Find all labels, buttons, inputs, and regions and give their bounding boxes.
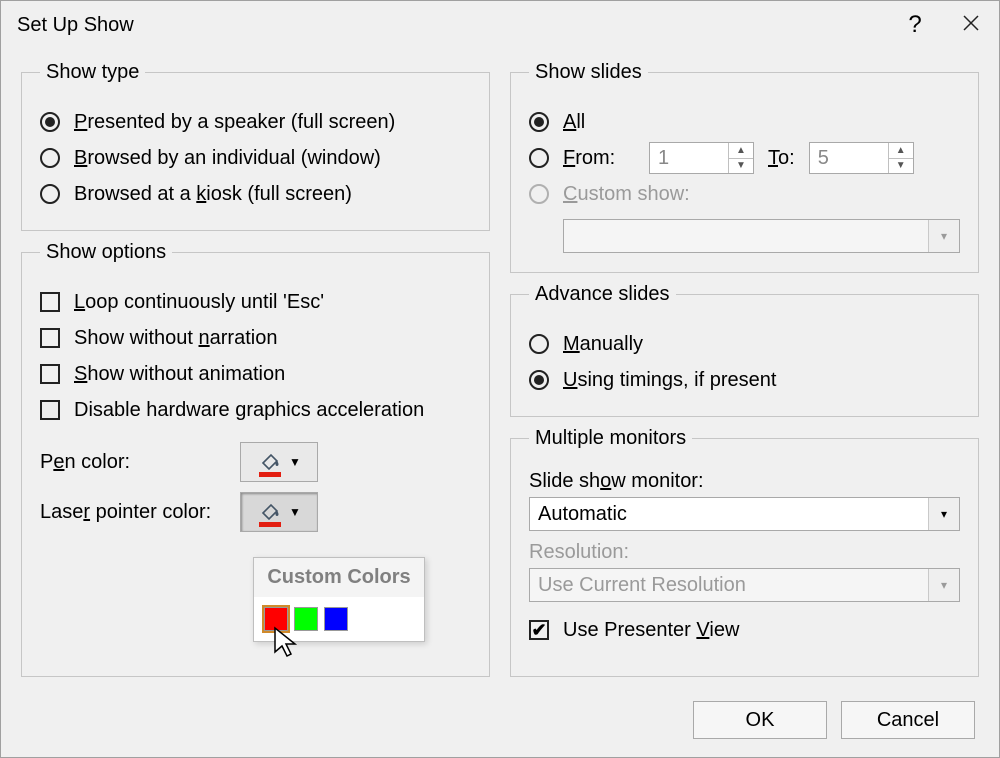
check-label: Show without animation xyxy=(74,363,285,386)
mouse-cursor-icon xyxy=(273,626,301,666)
radio-icon xyxy=(529,334,549,354)
monitors-legend: Multiple monitors xyxy=(529,427,692,450)
laser-color-row: Laser pointer color: ▼ xyxy=(40,492,471,532)
radio-label: Browsed by an individual (window) xyxy=(74,147,381,170)
dialog-title: Set Up Show xyxy=(17,14,887,37)
cancel-button[interactable]: Cancel xyxy=(841,701,975,739)
advance-slides-group: Advance slides Manually Using timings, i… xyxy=(510,283,979,417)
chevron-down-icon[interactable]: ▼ xyxy=(889,159,913,174)
check-label: Use Presenter View xyxy=(563,619,739,642)
advance-legend: Advance slides xyxy=(529,283,676,306)
setup-show-dialog: Set Up Show ? Show type Presented by a s… xyxy=(0,0,1000,758)
help-icon: ? xyxy=(908,11,921,39)
resolution-label: Resolution: xyxy=(529,541,960,564)
swatch-blue[interactable] xyxy=(324,607,348,631)
close-button[interactable] xyxy=(943,1,999,49)
check-label: Disable hardware graphics acceleration xyxy=(74,399,424,422)
radio-icon xyxy=(40,148,60,168)
dialog-body: Show type Presented by a speaker (full s… xyxy=(21,61,979,687)
check-label: Show without narration xyxy=(74,327,277,350)
radio-icon xyxy=(529,148,549,168)
pen-color-button[interactable]: ▼ xyxy=(240,442,318,482)
radio-label: Browsed at a kiosk (full screen) xyxy=(74,183,352,206)
radio-custom-show: Custom show: xyxy=(529,176,960,212)
show-options-legend: Show options xyxy=(40,241,172,264)
radio-label: Manually xyxy=(563,333,643,356)
multiple-monitors-group: Multiple monitors Slide show monitor: Au… xyxy=(510,427,979,677)
custom-show-combo-row: ▾ xyxy=(563,218,960,254)
check-presenter-view[interactable]: ✔ Use Presenter View xyxy=(529,612,960,648)
titlebar: Set Up Show ? xyxy=(1,1,999,49)
popup-title: Custom Colors xyxy=(254,558,424,597)
laser-color-button[interactable]: ▼ xyxy=(240,492,318,532)
chevron-up-icon[interactable]: ▲ xyxy=(729,143,753,159)
to-label: To: xyxy=(768,147,795,170)
radio-icon xyxy=(40,184,60,204)
laser-color-label: Laser pointer color: xyxy=(40,501,230,524)
radio-icon xyxy=(529,184,549,204)
pen-color-row: Pen color: ▼ xyxy=(40,442,471,482)
chevron-down-icon: ▾ xyxy=(928,569,959,601)
check-no-animation[interactable]: Show without animation xyxy=(40,356,471,392)
combo-text: Use Current Resolution xyxy=(530,574,928,597)
radio-label: All xyxy=(563,111,585,134)
checkbox-icon xyxy=(40,292,60,312)
dialog-footer: OK Cancel xyxy=(693,701,975,739)
help-button[interactable]: ? xyxy=(887,1,943,49)
chevron-down-icon[interactable]: ▾ xyxy=(928,498,959,530)
from-spinner[interactable]: 1 ▲ ▼ xyxy=(649,142,754,174)
custom-show-combo: ▾ xyxy=(563,219,960,253)
button-label: OK xyxy=(746,709,775,732)
show-type-legend: Show type xyxy=(40,61,145,84)
check-disable-hw[interactable]: Disable hardware graphics acceleration xyxy=(40,392,471,428)
show-type-group: Show type Presented by a speaker (full s… xyxy=(21,61,490,231)
radio-presented-speaker[interactable]: Presented by a speaker (full screen) xyxy=(40,104,471,140)
checkbox-icon xyxy=(40,328,60,348)
radio-label: Presented by a speaker (full screen) xyxy=(74,111,395,134)
to-value: 5 xyxy=(810,143,888,173)
checkbox-icon: ✔ xyxy=(529,620,549,640)
from-value: 1 xyxy=(650,143,728,173)
radio-browsed-kiosk[interactable]: Browsed at a kiosk (full screen) xyxy=(40,176,471,212)
monitor-label: Slide show monitor: xyxy=(529,470,960,493)
combo-text: Automatic xyxy=(530,503,928,526)
check-loop[interactable]: Loop continuously until 'Esc' xyxy=(40,284,471,320)
show-slides-legend: Show slides xyxy=(529,61,648,84)
radio-using-timings[interactable]: Using timings, if present xyxy=(529,362,960,398)
chevron-up-icon[interactable]: ▲ xyxy=(889,143,913,159)
close-icon xyxy=(962,11,980,39)
radio-browsed-individual[interactable]: Browsed by an individual (window) xyxy=(40,140,471,176)
spinner-arrows[interactable]: ▲ ▼ xyxy=(728,143,753,173)
spinner-arrows[interactable]: ▲ ▼ xyxy=(888,143,913,173)
to-spinner[interactable]: 5 ▲ ▼ xyxy=(809,142,914,174)
radio-from-to[interactable]: From: 1 ▲ ▼ To: 5 ▲ ▼ xyxy=(529,140,960,176)
ok-button[interactable]: OK xyxy=(693,701,827,739)
paint-bucket-icon xyxy=(257,449,283,475)
button-label: Cancel xyxy=(877,709,939,732)
radio-icon xyxy=(40,112,60,132)
radio-icon xyxy=(529,112,549,132)
checkbox-icon xyxy=(40,364,60,384)
show-slides-group: Show slides All From: 1 ▲ ▼ T xyxy=(510,61,979,273)
radio-label: Using timings, if present xyxy=(563,369,776,392)
checkbox-icon xyxy=(40,400,60,420)
resolution-combo: Use Current Resolution ▾ xyxy=(529,568,960,602)
radio-manually[interactable]: Manually xyxy=(529,326,960,362)
chevron-down-icon: ▾ xyxy=(928,220,959,252)
radio-icon xyxy=(529,370,549,390)
from-label: From: xyxy=(563,147,635,170)
chevron-down-icon: ▼ xyxy=(289,505,301,519)
radio-all-slides[interactable]: All xyxy=(529,104,960,140)
paint-bucket-icon xyxy=(257,499,283,525)
radio-label: Custom show: xyxy=(563,183,690,206)
monitor-combo[interactable]: Automatic ▾ xyxy=(529,497,960,531)
check-label: Loop continuously until 'Esc' xyxy=(74,291,324,314)
chevron-down-icon: ▼ xyxy=(289,455,301,469)
pen-color-label: Pen color: xyxy=(40,451,230,474)
right-column: Show slides All From: 1 ▲ ▼ T xyxy=(510,61,979,687)
chevron-down-icon[interactable]: ▼ xyxy=(729,159,753,174)
check-no-narration[interactable]: Show without narration xyxy=(40,320,471,356)
